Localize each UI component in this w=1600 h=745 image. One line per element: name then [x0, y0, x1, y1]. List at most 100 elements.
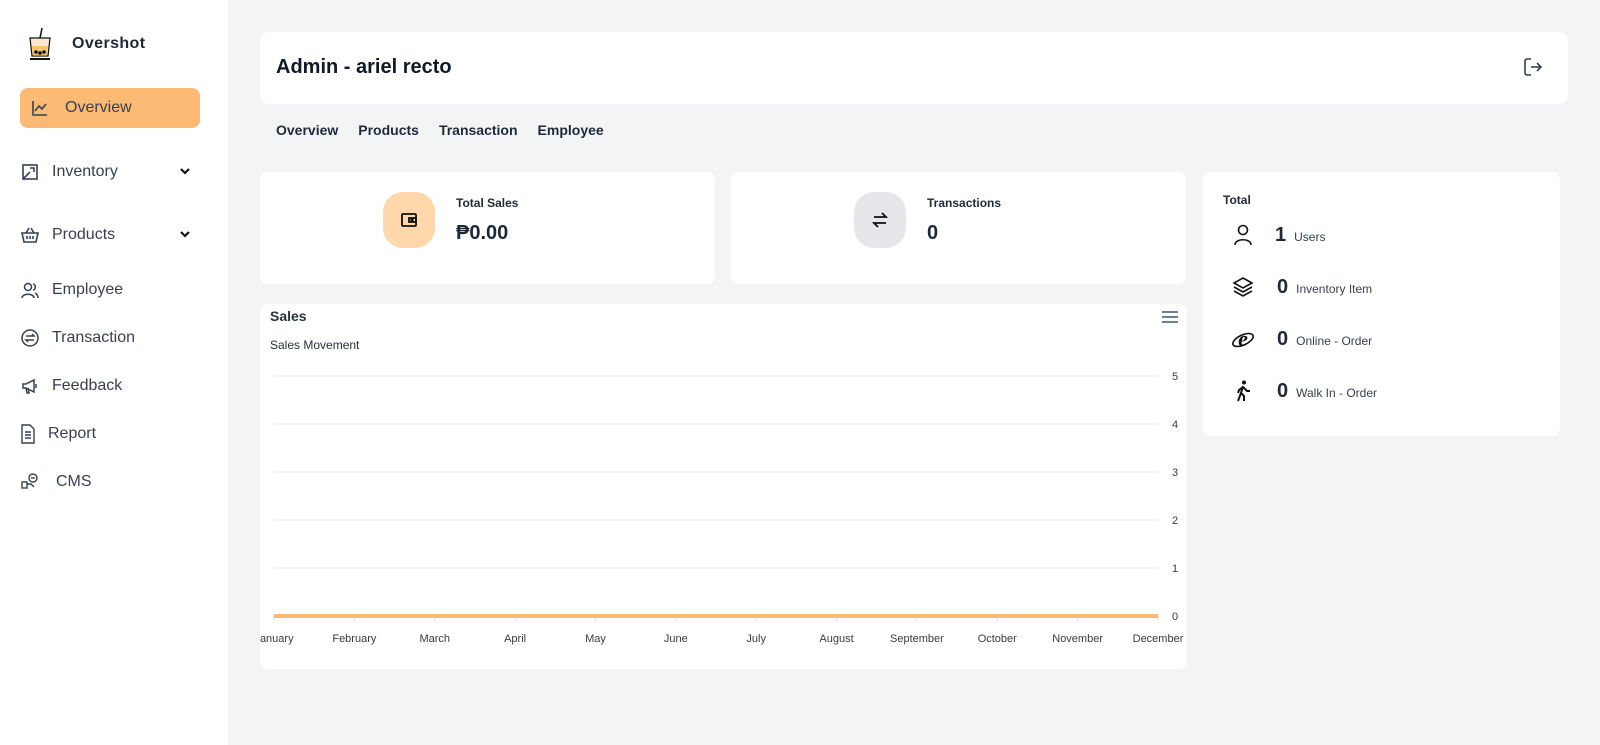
logout-icon[interactable] [1522, 56, 1544, 78]
svg-text:e: e [1238, 327, 1248, 351]
tab-products[interactable]: Products [358, 122, 419, 138]
data-point [996, 615, 998, 617]
chevron-down-icon[interactable] [178, 165, 192, 179]
data-point [594, 615, 596, 617]
total-online-label: Online - Order [1296, 334, 1373, 348]
data-point [836, 615, 838, 617]
total-sales-icon-circle [383, 192, 435, 248]
users-icon [21, 282, 39, 299]
total-sales-value: ₱0.00 [456, 222, 509, 244]
brand[interactable]: Overshot [24, 26, 145, 62]
y-tick-label: 4 [1172, 419, 1178, 431]
tab-bar: Overview Products Transaction Employee [276, 122, 604, 138]
transactions-label: Transactions [927, 196, 1002, 210]
brand-name: Overshot [72, 35, 146, 52]
total-online-value: 0 [1277, 327, 1289, 350]
total-inventory-label: Inventory Item [1296, 282, 1373, 296]
sidebar-item-feedback[interactable]: Feedback [20, 376, 122, 396]
chart-title: Sales [270, 308, 307, 324]
data-point [434, 615, 436, 617]
sidebar-item-label: CMS [56, 473, 92, 490]
boba-cup-logo-icon [29, 27, 51, 60]
y-tick-label: 2 [1172, 515, 1178, 527]
y-tick-label: 3 [1172, 467, 1178, 479]
x-tick-label: January [260, 633, 294, 645]
total-inventory-value: 0 [1277, 275, 1289, 298]
total-sales-card: Total Sales ₱0.00 [260, 172, 715, 284]
sidebar-item-label: Feedback [52, 377, 123, 394]
user-icon [1234, 224, 1252, 246]
total-online-row: e 0 Online - Order [1231, 327, 1372, 351]
line-chart-icon [32, 101, 47, 116]
sidebar-item-overview[interactable]: Overview [20, 88, 200, 128]
x-tick-label: March [419, 633, 450, 645]
total-sales-label: Total Sales [456, 196, 519, 210]
transactions-card: Transactions 0 [731, 172, 1186, 284]
inventory-icon [22, 164, 38, 180]
sidebar-item-transaction[interactable]: Transaction [20, 328, 135, 348]
tab-transaction[interactable]: Transaction [439, 122, 518, 138]
exchange-circle-icon [21, 329, 39, 347]
data-point [675, 615, 677, 617]
x-tick-label: August [819, 633, 853, 645]
sidebar-item-label: Report [48, 425, 97, 442]
y-tick-label: 1 [1172, 563, 1178, 575]
transactions-value: 0 [927, 222, 939, 244]
x-tick-label: February [332, 633, 377, 645]
x-tick-label: June [664, 633, 688, 645]
total-inventory-row: 0 Inventory Item [1231, 275, 1372, 299]
data-point [273, 615, 275, 617]
arrows-swap-icon [871, 212, 889, 228]
sales-chart: 0 1 2 3 4 5 January February March April May June Ju… [260, 371, 1184, 645]
x-tick-label: October [978, 633, 1017, 645]
header: Admin - ariel recto [260, 32, 1568, 104]
wallet-icon [401, 213, 417, 227]
sidebar-item-report[interactable]: Report [20, 424, 96, 444]
total-walkin-row: 0 Walk In - Order [1231, 379, 1377, 403]
sidebar-item-label: Employee [52, 281, 124, 298]
sidebar: Overshot Overview Inventory Products Emp… [0, 0, 228, 745]
x-tick-label: November [1052, 633, 1103, 645]
tab-overview[interactable]: Overview [276, 122, 338, 138]
data-point [1157, 615, 1159, 617]
hamburger-menu-icon[interactable] [1161, 310, 1179, 324]
total-users-value: 1 [1275, 223, 1287, 246]
totals-title: Total [1223, 193, 1251, 207]
megaphone-icon [22, 378, 37, 394]
total-users-row: 1 Users [1231, 223, 1325, 247]
total-users-label: Users [1294, 230, 1326, 244]
y-tick-label: 5 [1172, 371, 1178, 383]
page-title: Admin - ariel recto [276, 56, 452, 78]
x-tick-label: December [1133, 633, 1184, 645]
data-point [514, 615, 516, 617]
layers-icon [1232, 277, 1254, 297]
x-tick-label: April [504, 633, 526, 645]
chart-subtitle: Sales Movement [270, 338, 360, 352]
chevron-down-icon[interactable] [178, 228, 192, 242]
x-tick-label: September [890, 633, 944, 645]
sales-chart-card: 0 1 2 3 4 5 January February March April May June Ju… [260, 304, 1187, 669]
totals-card: Total 1 Users 0 Inventory Item e 0 Onlin… [1203, 172, 1560, 436]
sidebar-item-label: Inventory [52, 163, 118, 180]
sidebar-item-employee[interactable]: Employee [20, 280, 123, 300]
basket-icon [21, 227, 39, 243]
total-walkin-label: Walk In - Order [1296, 386, 1378, 400]
sidebar-item-label: Transaction [52, 329, 135, 346]
x-tick-label: July [746, 633, 766, 645]
data-point [1077, 615, 1079, 617]
transactions-icon-circle [854, 192, 906, 248]
data-point [755, 615, 757, 617]
cms-icon [21, 473, 38, 489]
document-icon [21, 424, 35, 444]
sidebar-item-cms[interactable]: CMS [20, 472, 92, 492]
sidebar-item-label: Overview [65, 99, 132, 116]
tab-employee[interactable]: Employee [538, 122, 604, 138]
x-tick-label: May [585, 633, 606, 645]
y-tick-label: 0 [1172, 611, 1178, 623]
sidebar-item-products[interactable]: Products [20, 225, 190, 245]
sidebar-item-inventory[interactable]: Inventory [20, 162, 190, 182]
walking-icon [1237, 380, 1250, 402]
total-walkin-value: 0 [1277, 379, 1289, 402]
sidebar-item-label: Products [52, 226, 116, 243]
data-point [916, 615, 918, 617]
